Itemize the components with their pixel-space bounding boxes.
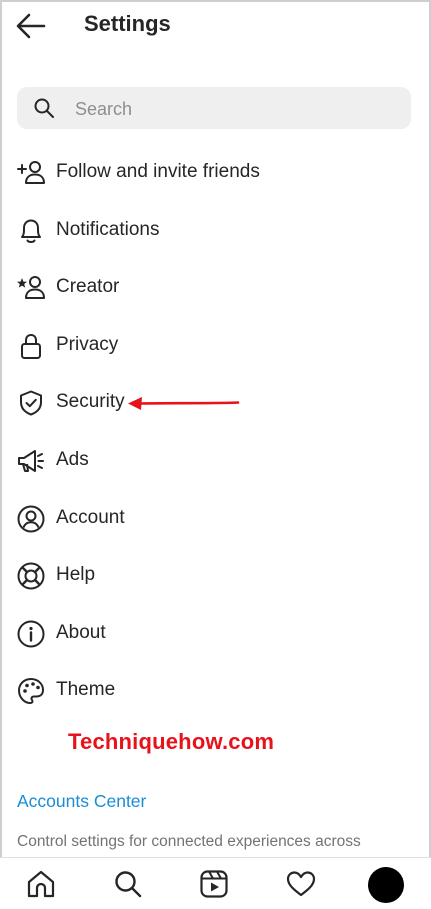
nav-home-button[interactable] xyxy=(25,868,57,900)
menu-item-privacy[interactable]: Privacy xyxy=(0,317,431,375)
menu-item-label: Privacy xyxy=(56,333,119,355)
accounts-center-description: Control settings for connected experienc… xyxy=(17,833,361,850)
bell-icon xyxy=(21,219,41,243)
menu-item-label: Security xyxy=(56,391,125,413)
menu-item-label: Account xyxy=(56,506,125,528)
home-icon xyxy=(27,870,55,898)
account-circle-icon xyxy=(17,505,45,533)
nav-search-button[interactable] xyxy=(112,868,144,900)
back-button[interactable] xyxy=(14,10,48,42)
search-bar[interactable] xyxy=(17,87,411,131)
menu-item-ads[interactable]: Ads xyxy=(0,432,431,490)
reels-icon xyxy=(200,870,228,898)
info-icon xyxy=(17,620,45,648)
menu-item-about[interactable]: About xyxy=(0,605,431,663)
bottom-nav xyxy=(0,857,431,909)
menu-item-theme[interactable]: Theme xyxy=(0,662,431,720)
settings-menu: Follow and invite friends Notifications … xyxy=(0,144,431,720)
menu-item-label: Creator xyxy=(56,276,120,298)
nav-reels-button[interactable] xyxy=(198,868,230,900)
arrow-left-icon xyxy=(16,13,46,39)
shield-check-icon xyxy=(20,390,42,416)
menu-item-label: Notifications xyxy=(56,218,160,240)
menu-item-notifications[interactable]: Notifications xyxy=(0,202,431,260)
menu-item-creator[interactable]: Creator xyxy=(0,259,431,317)
annotation-arrow xyxy=(128,397,240,410)
profile-avatar[interactable] xyxy=(368,867,404,903)
lifebuoy-icon xyxy=(17,562,45,590)
palette-icon xyxy=(18,678,44,705)
heart-icon xyxy=(286,871,316,897)
menu-item-label: Help xyxy=(56,564,96,586)
menu-item-label: Follow and invite friends xyxy=(56,161,260,182)
search-icon xyxy=(34,98,54,118)
search-input[interactable] xyxy=(73,87,397,131)
menu-item-account[interactable]: Account xyxy=(0,490,431,548)
star-person-icon xyxy=(17,276,45,300)
page-title: Settings xyxy=(84,11,171,36)
megaphone-icon xyxy=(18,449,44,472)
header: Settings xyxy=(0,0,431,56)
accounts-center-link[interactable]: Accounts Center xyxy=(17,791,146,812)
lock-icon xyxy=(21,333,41,359)
watermark-text: Techniquehow.com xyxy=(68,729,275,754)
menu-item-help[interactable]: Help xyxy=(0,547,431,605)
menu-item-label: Theme xyxy=(56,679,116,701)
add-person-icon xyxy=(17,161,45,184)
menu-item-label: Ads xyxy=(56,448,89,470)
menu-item-follow-invite[interactable]: Follow and invite friends xyxy=(0,144,431,202)
nav-activity-button[interactable] xyxy=(285,868,317,900)
menu-item-label: About xyxy=(56,621,106,643)
search-icon xyxy=(115,871,142,898)
